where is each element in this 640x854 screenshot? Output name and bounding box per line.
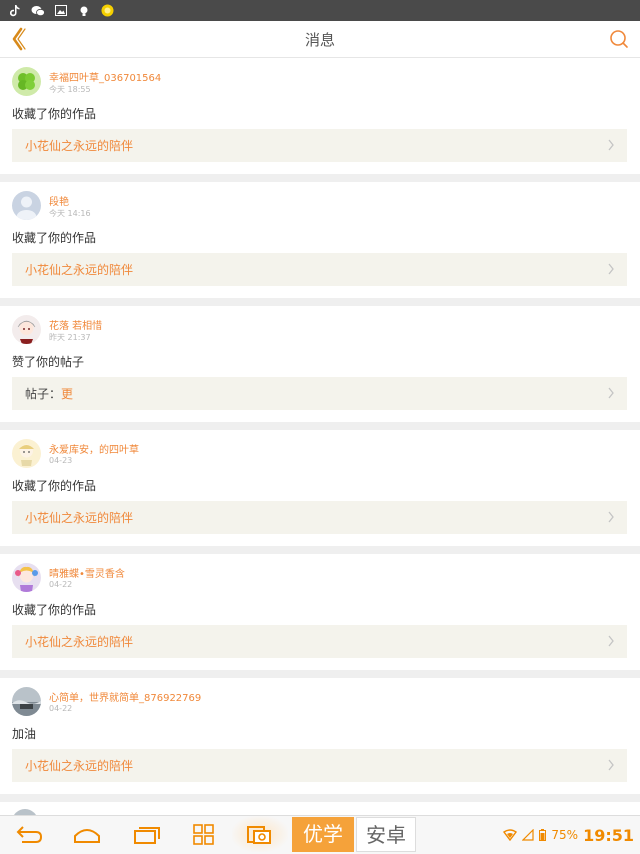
apps-grid-button[interactable] — [191, 822, 221, 848]
system-nav-bar: 优学 安卓 75% 19:51 — [0, 815, 640, 854]
chevron-right-icon — [608, 511, 614, 523]
notification-card: 心简单，世界就简单_876922769 04-22 加油 小花仙之永远的陪伴 — [0, 678, 640, 794]
chevron-right-icon — [608, 635, 614, 647]
screenshot-button[interactable] — [232, 816, 288, 852]
ref-title: 更 — [61, 387, 74, 401]
battery-percent: 75% — [551, 828, 579, 842]
chevron-right-icon — [608, 387, 614, 399]
timestamp: 04-23 — [49, 456, 73, 465]
notification-list[interactable]: 幸福四叶草_036701564 今天 18:55 收藏了你的作品 小花仙之永远的… — [0, 58, 640, 815]
referenced-work-link[interactable]: 小花仙之永远的陪伴 — [12, 501, 627, 534]
image-icon — [54, 5, 68, 17]
coin-icon — [100, 4, 114, 17]
battery-icon — [539, 829, 547, 841]
back-arrow-icon — [16, 826, 43, 843]
user-name-link[interactable]: 心简单，世界就简单_876922769 — [49, 689, 201, 704]
ref-title: 小花仙之永远的陪伴 — [25, 759, 134, 773]
timestamp: 昨天 21:37 — [49, 333, 91, 342]
action-text: 收藏了你的作品 — [12, 603, 97, 617]
bulb-icon — [77, 5, 91, 17]
page-title: 消息 — [304, 31, 335, 49]
referenced-work-link[interactable]: 小花仙之永远的陪伴 — [12, 625, 627, 658]
back-nav-button[interactable] — [14, 822, 44, 848]
grid-icon — [193, 824, 214, 845]
chevron-right-icon — [608, 263, 614, 275]
timestamp: 今天 14:16 — [49, 209, 91, 218]
recent-apps-icon — [134, 827, 160, 844]
status-bar — [0, 0, 640, 21]
tab-anzhuo[interactable]: 安卓 — [356, 817, 416, 852]
action-text: 收藏了你的作品 — [12, 231, 97, 245]
referenced-work-link[interactable]: 小花仙之永远的陪伴 — [12, 129, 627, 162]
ref-title: 小花仙之永远的陪伴 — [25, 263, 134, 277]
avatar[interactable] — [12, 563, 41, 592]
notification-card: 永爱库安，的四叶草 04-23 收藏了你的作品 小花仙之永远的陪伴 — [0, 430, 640, 546]
ref-title: 小花仙之永远的陪伴 — [25, 139, 134, 153]
referenced-work-link[interactable]: 小花仙之永远的陪伴 — [12, 749, 627, 782]
home-nav-button[interactable] — [72, 822, 102, 848]
chevron-right-icon — [608, 139, 614, 151]
referenced-post-link[interactable]: 帖子： 更 — [12, 377, 627, 410]
timestamp: 04-22 — [49, 580, 73, 589]
wifi-icon — [503, 829, 518, 841]
ref-title: 小花仙之永远的陪伴 — [25, 511, 134, 525]
search-icon — [610, 30, 628, 48]
referenced-work-link[interactable]: 小花仙之永远的陪伴 — [12, 253, 627, 286]
avatar[interactable] — [12, 439, 41, 468]
notification-card-partial — [0, 802, 640, 815]
home-icon — [74, 829, 100, 843]
avatar[interactable] — [12, 687, 41, 716]
clock: 19:51 — [583, 825, 634, 845]
user-name-link[interactable]: 花落 若相惜 — [49, 317, 102, 332]
timestamp: 今天 18:55 — [49, 85, 91, 94]
avatar[interactable] — [12, 67, 41, 96]
action-text: 加油 — [12, 727, 37, 741]
search-button[interactable] — [607, 27, 631, 51]
user-name-link[interactable]: 幸福四叶草_036701564 — [49, 69, 161, 84]
recents-nav-button[interactable] — [132, 822, 162, 848]
signal-icon — [522, 829, 534, 841]
timestamp: 04-22 — [49, 704, 73, 713]
action-text: 赞了你的帖子 — [12, 355, 85, 369]
notification-card: 晴雅蝶•雪灵香含 04-22 收藏了你的作品 小花仙之永远的陪伴 — [0, 554, 640, 670]
user-name-link[interactable]: 永爱库安，的四叶草 — [49, 441, 139, 456]
camera-icon — [247, 826, 271, 844]
user-name-link[interactable]: 段艳 — [49, 193, 69, 208]
chevron-right-icon — [608, 759, 614, 771]
ref-title: 小花仙之永远的陪伴 — [25, 635, 134, 649]
tiktok-icon — [8, 4, 22, 17]
avatar[interactable] — [12, 315, 41, 344]
user-name-link[interactable]: 晴雅蝶•雪灵香含 — [49, 565, 125, 580]
action-text: 收藏了你的作品 — [12, 479, 97, 493]
wechat-icon — [31, 5, 45, 17]
app-header: 消息 — [0, 21, 640, 58]
notification-card: 幸福四叶草_036701564 今天 18:55 收藏了你的作品 小花仙之永远的… — [0, 58, 640, 174]
system-tray: 75% 19:51 — [503, 816, 634, 854]
avatar[interactable] — [12, 191, 41, 220]
action-text: 收藏了你的作品 — [12, 107, 97, 121]
tab-youxue[interactable]: 优学 — [292, 817, 354, 852]
notification-card: 段艳 今天 14:16 收藏了你的作品 小花仙之永远的陪伴 — [0, 182, 640, 298]
notification-card: 花落 若相惜 昨天 21:37 赞了你的帖子 帖子： 更 — [0, 306, 640, 422]
ref-prefix: 帖子： — [25, 387, 62, 401]
